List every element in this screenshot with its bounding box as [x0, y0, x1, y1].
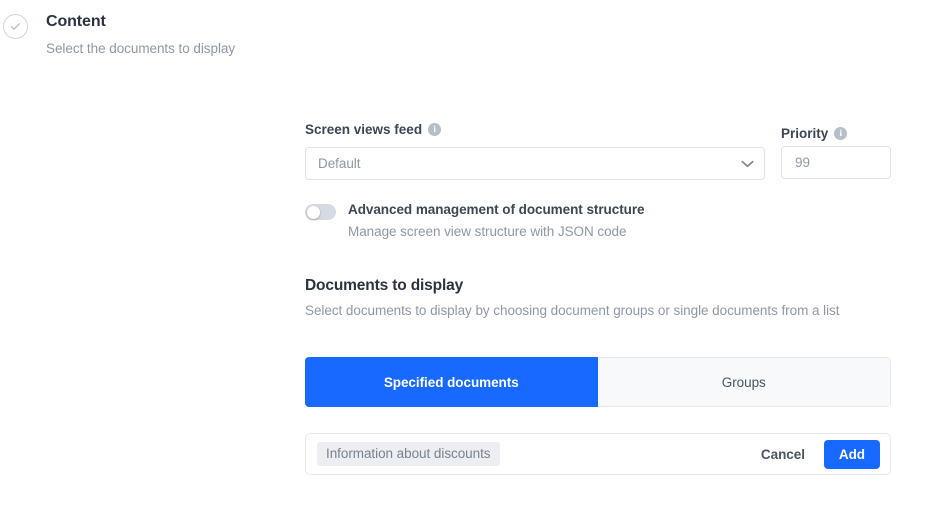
content-step-page: Content Select the documents to display …: [0, 0, 936, 521]
tab-specified-documents[interactable]: Specified documents: [305, 357, 598, 407]
advanced-management-subtitle: Manage screen view structure with JSON c…: [348, 224, 626, 239]
priority-value: 99: [795, 155, 810, 170]
check-circle-icon: [3, 14, 28, 39]
info-icon[interactable]: i: [834, 127, 847, 140]
page-subtitle: Select the documents to display: [46, 41, 235, 56]
toggle-knob: [307, 206, 320, 219]
documents-tabs: Specified documents Groups: [305, 357, 891, 407]
chevron-down-icon[interactable]: [741, 155, 754, 173]
screen-views-feed-label-text: Screen views feed: [305, 122, 422, 137]
priority-label-text: Priority: [781, 126, 828, 141]
content-form: Screen views feed i Default Priority i 9…: [305, 0, 891, 521]
documents-section-title: Documents to display: [305, 277, 463, 295]
tab-groups[interactable]: Groups: [598, 357, 892, 407]
selected-document-chip[interactable]: Information about discounts: [317, 442, 500, 466]
screen-views-feed-select[interactable]: Default: [305, 147, 765, 180]
advanced-management-title: Advanced management of document structur…: [348, 202, 645, 217]
screen-views-feed-label: Screen views feed i: [305, 122, 441, 137]
info-icon[interactable]: i: [428, 123, 441, 136]
add-button[interactable]: Add: [824, 440, 880, 469]
page-title: Content: [46, 13, 106, 31]
advanced-management-toggle[interactable]: [305, 204, 336, 220]
priority-label: Priority i: [781, 126, 847, 141]
priority-input[interactable]: 99: [781, 146, 891, 179]
screen-views-feed-value: Default: [318, 156, 741, 171]
document-selection-row: Information about discounts Cancel Add: [305, 433, 891, 475]
cancel-button[interactable]: Cancel: [751, 441, 815, 468]
documents-section-subtitle: Select documents to display by choosing …: [305, 303, 839, 318]
